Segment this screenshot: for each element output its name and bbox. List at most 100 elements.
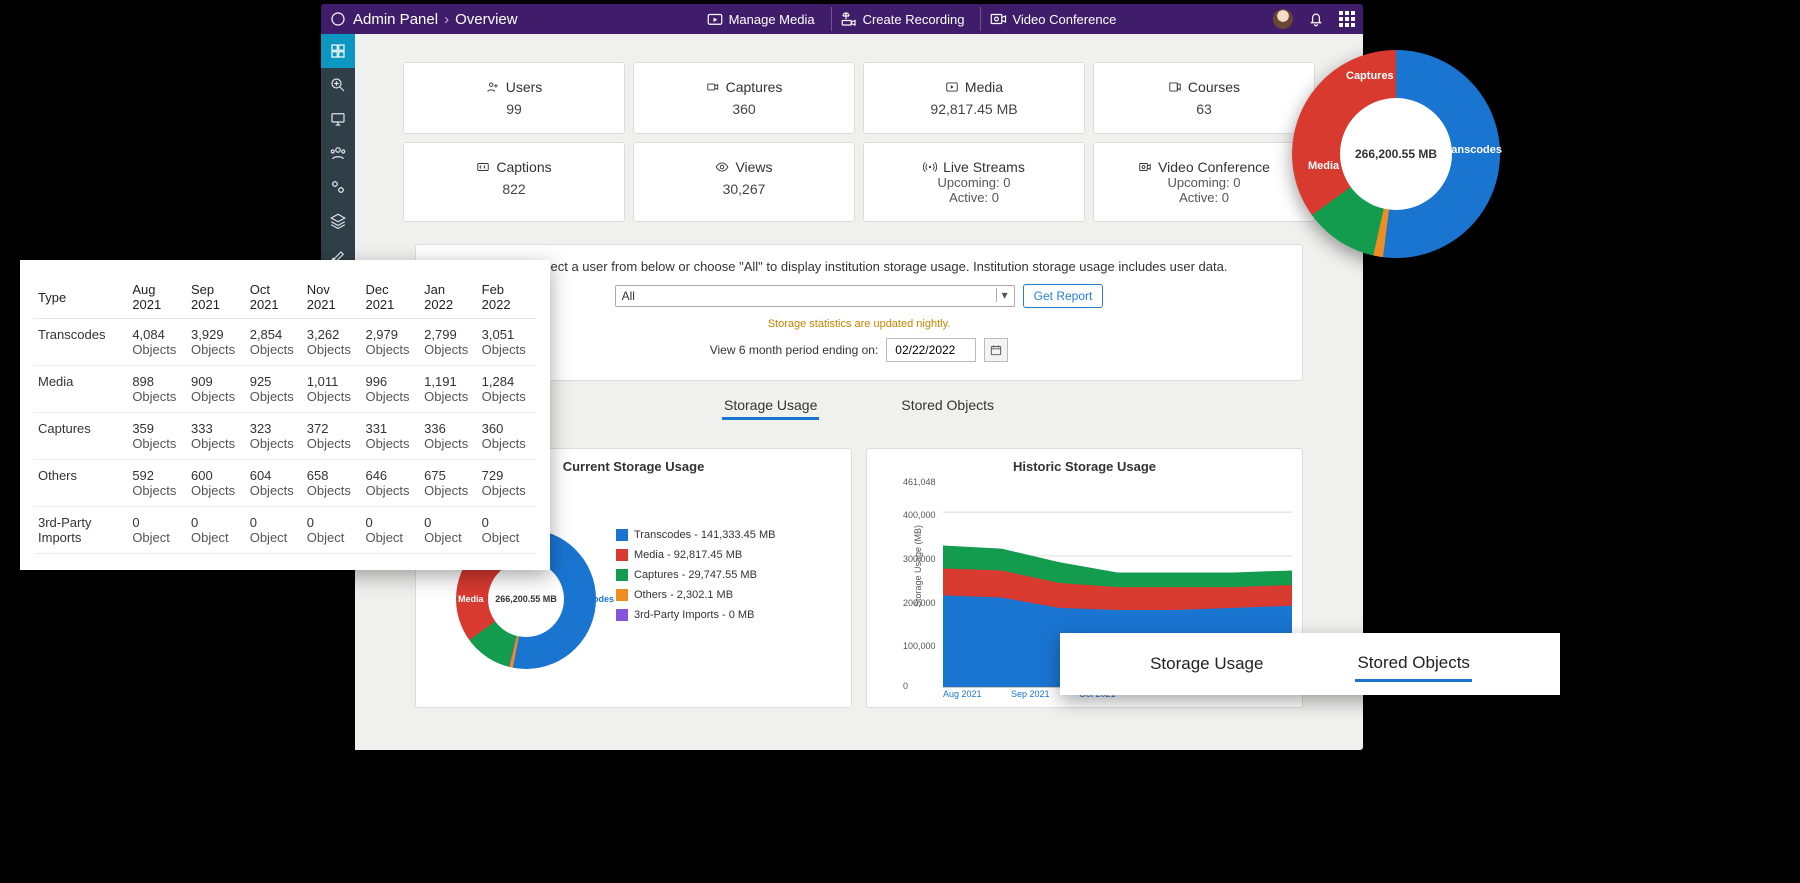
sidebar-item-settings[interactable] bbox=[321, 170, 355, 204]
cc-icon bbox=[476, 160, 490, 174]
card-courses[interactable]: Courses 63 bbox=[1093, 62, 1315, 134]
table-row: Captures359Objects333Objects323Objects37… bbox=[34, 413, 536, 460]
table-cell: 1,011Objects bbox=[303, 366, 362, 413]
vc-icon bbox=[1138, 160, 1152, 174]
user-select[interactable]: All bbox=[615, 285, 1015, 307]
ytick-4: 100,000 bbox=[903, 641, 936, 651]
overlay-tab-pill: Storage Usage Stored Objects bbox=[1060, 633, 1560, 695]
breadcrumb-page[interactable]: Overview bbox=[455, 11, 518, 28]
table-cell: 0Object bbox=[361, 507, 420, 554]
table-cell: 360Objects bbox=[478, 413, 536, 460]
sidebar-item-search[interactable] bbox=[321, 68, 355, 102]
overlay-table: TypeAug 2021Sep 2021Oct 2021Nov 2021Dec … bbox=[20, 260, 550, 570]
table-row: Transcodes4,084Objects3,929Objects2,854O… bbox=[34, 319, 536, 366]
breadcrumb-root[interactable]: Admin Panel bbox=[353, 11, 438, 28]
course-icon bbox=[1168, 80, 1182, 94]
filter-note: Storage statistics are updated nightly. bbox=[436, 318, 1282, 330]
gear-icon bbox=[329, 178, 347, 196]
donut-label-media: Media bbox=[458, 594, 484, 604]
table-cell: 592Objects bbox=[128, 460, 187, 507]
calendar-icon[interactable] bbox=[984, 338, 1008, 362]
table-cell: 0Object bbox=[246, 507, 303, 554]
user-select-value: All bbox=[622, 289, 635, 303]
live-upcoming-value: 0 bbox=[1003, 175, 1010, 190]
table-cell: 729Objects bbox=[478, 460, 536, 507]
overlay-label-transcodes: Transcodes bbox=[1441, 144, 1502, 156]
card-live-streams[interactable]: Live Streams Upcoming: 0 Active: 0 bbox=[863, 142, 1085, 222]
sidebar-item-layers[interactable] bbox=[321, 204, 355, 238]
overlay-label-media: Media bbox=[1308, 160, 1339, 172]
bell-icon[interactable] bbox=[1307, 10, 1325, 28]
search-plus-icon bbox=[329, 76, 347, 94]
overlay-donut: 266,200.55 MB Captures Transcodes Media bbox=[1292, 50, 1500, 258]
overlay-tab-objects[interactable]: Stored Objects bbox=[1355, 647, 1471, 682]
table-cell: 658Objects bbox=[303, 460, 362, 507]
live-icon bbox=[923, 160, 937, 174]
live-active-value: 0 bbox=[992, 190, 999, 205]
card-views[interactable]: Views 30,267 bbox=[633, 142, 855, 222]
table-cell: 3,262Objects bbox=[303, 319, 362, 366]
apps-icon[interactable] bbox=[1339, 11, 1355, 27]
card-users-label: Users bbox=[506, 79, 543, 95]
card-live-label: Live Streams bbox=[943, 159, 1025, 175]
media-icon bbox=[945, 80, 959, 94]
video-conference-icon bbox=[989, 10, 1007, 28]
table-cell: 600Objects bbox=[187, 460, 246, 507]
tab-stored-objects[interactable]: Stored Objects bbox=[899, 393, 996, 420]
tab-storage-usage[interactable]: Storage Usage bbox=[722, 393, 819, 420]
table-cell: 359Objects bbox=[128, 413, 187, 460]
card-media[interactable]: Media 92,817.45 MB bbox=[863, 62, 1085, 134]
card-users-value: 99 bbox=[412, 101, 616, 117]
topbar-actions: Manage Media Create Recording Video Conf… bbox=[698, 7, 1125, 31]
card-captions[interactable]: Captions 822 bbox=[403, 142, 625, 222]
sidebar-item-monitor[interactable] bbox=[321, 102, 355, 136]
card-video-conference[interactable]: Video Conference Upcoming: 0 Active: 0 bbox=[1093, 142, 1315, 222]
card-courses-label: Courses bbox=[1188, 79, 1240, 95]
table-cell-type: Others bbox=[34, 460, 128, 507]
record-icon bbox=[840, 10, 858, 28]
table-header: Type bbox=[34, 276, 128, 319]
donut-label-transcodes: Transcodes bbox=[564, 594, 614, 604]
table-cell: 3,051Objects bbox=[478, 319, 536, 366]
table-cell: 2,979Objects bbox=[361, 319, 420, 366]
avatar[interactable] bbox=[1273, 9, 1293, 29]
table-cell: 898Objects bbox=[128, 366, 187, 413]
card-captures[interactable]: Captures 360 bbox=[633, 62, 855, 134]
legend-media: Media - 92,817.45 MB bbox=[634, 549, 742, 561]
period-date-input[interactable] bbox=[886, 338, 976, 362]
layers-icon bbox=[329, 212, 347, 230]
manage-media-button[interactable]: Manage Media bbox=[698, 7, 823, 31]
filter-instruction: Please select a user from below or choos… bbox=[436, 259, 1282, 274]
table-cell: 925Objects bbox=[246, 366, 303, 413]
table-cell: 909Objects bbox=[187, 366, 246, 413]
dashboard-icon bbox=[329, 42, 347, 60]
ytick-0: 461,048 bbox=[903, 477, 936, 487]
ytick-2: 300,000 bbox=[903, 554, 936, 564]
create-recording-button[interactable]: Create Recording bbox=[831, 7, 973, 31]
table-cell: 331Objects bbox=[361, 413, 420, 460]
table-cell: 2,854Objects bbox=[246, 319, 303, 366]
legend-transcodes: Transcodes - 141,333.45 MB bbox=[634, 529, 775, 541]
sidebar bbox=[321, 34, 355, 272]
create-recording-label: Create Recording bbox=[863, 12, 965, 27]
sidebar-item-users[interactable] bbox=[321, 136, 355, 170]
overlay-tab-usage[interactable]: Storage Usage bbox=[1148, 648, 1265, 680]
table-row: 3rd-Party Imports0Object0Object0Object0O… bbox=[34, 507, 536, 554]
overlay-donut-center: 266,200.55 MB bbox=[1340, 98, 1452, 210]
monitor-icon bbox=[329, 110, 347, 128]
table-row: Others592Objects600Objects604Objects658O… bbox=[34, 460, 536, 507]
sidebar-item-dashboard[interactable] bbox=[321, 34, 355, 68]
topbar-right bbox=[1273, 9, 1355, 29]
card-users[interactable]: Users 99 bbox=[403, 62, 625, 134]
get-report-button[interactable]: Get Report bbox=[1023, 284, 1104, 308]
table-cell: 0Object bbox=[303, 507, 362, 554]
table-cell: 4,084Objects bbox=[128, 319, 187, 366]
table-cell: 333Objects bbox=[187, 413, 246, 460]
table-cell: 323Objects bbox=[246, 413, 303, 460]
legend-third: 3rd-Party Imports - 0 MB bbox=[634, 609, 754, 621]
historic-title: Historic Storage Usage bbox=[877, 459, 1292, 474]
manage-media-label: Manage Media bbox=[729, 12, 815, 27]
ytick-3: 200,000 bbox=[903, 598, 936, 608]
video-conference-button[interactable]: Video Conference bbox=[980, 7, 1124, 31]
vc-upcoming-value: 0 bbox=[1233, 175, 1240, 190]
